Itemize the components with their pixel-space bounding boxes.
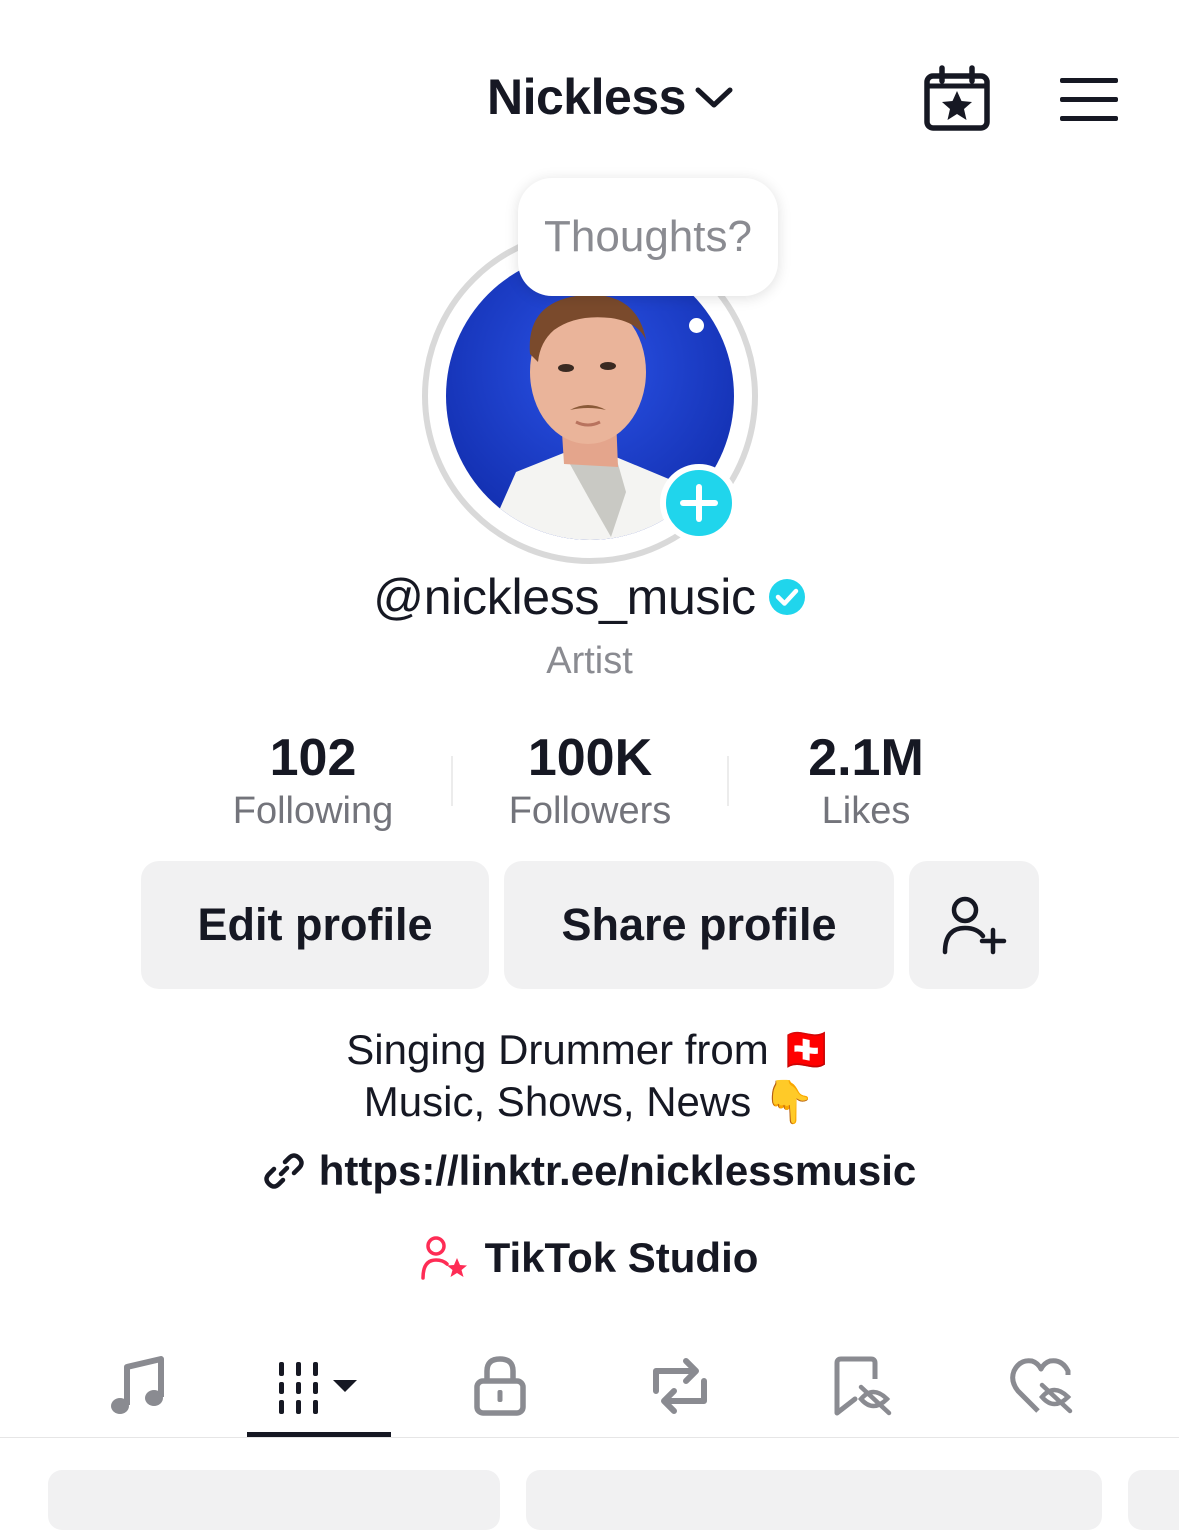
- tab-private[interactable]: [452, 1340, 547, 1432]
- tab-music[interactable]: [90, 1340, 185, 1432]
- following-count: 102: [269, 729, 357, 787]
- lock-icon: [473, 1356, 526, 1416]
- account-switcher[interactable]: Nickless: [487, 62, 734, 132]
- header: Nickless: [0, 62, 1179, 132]
- calendar-icon[interactable]: [920, 64, 994, 136]
- tab-liked[interactable]: [995, 1340, 1090, 1432]
- link-icon: [263, 1153, 304, 1189]
- bio-line-2: Music, Shows, News 👇: [363, 1078, 816, 1125]
- likes-count: 2.1M: [808, 729, 924, 787]
- edit-profile-button[interactable]: Edit profile: [141, 861, 489, 989]
- video-card[interactable]: [526, 1470, 1102, 1530]
- share-profile-button[interactable]: Share profile: [504, 861, 894, 989]
- add-person-icon: [942, 896, 1007, 955]
- music-note-icon: [110, 1356, 164, 1414]
- stat-followers[interactable]: 100K Followers: [440, 728, 740, 833]
- verified-badge-icon: [768, 579, 805, 615]
- hamburger-menu-icon[interactable]: [1056, 74, 1122, 126]
- grid-dropdown-icon: [279, 1362, 357, 1414]
- video-card[interactable]: [48, 1470, 500, 1530]
- followers-count: 100K: [527, 729, 653, 787]
- username-row: @nickless_music: [0, 566, 1179, 628]
- account-name: Nickless: [487, 69, 686, 125]
- stat-likes[interactable]: 2.1M Likes: [716, 728, 1016, 833]
- tiktok-studio-link[interactable]: TikTok Studio: [0, 1228, 1179, 1288]
- plus-icon: [680, 484, 718, 522]
- following-label: Following: [232, 790, 394, 832]
- video-card[interactable]: [1128, 1470, 1179, 1530]
- username: @nickless_music: [373, 569, 756, 625]
- repost-icon: [652, 1358, 707, 1414]
- stat-following[interactable]: 102 Following: [163, 728, 463, 833]
- heart-hidden-icon: [1009, 1358, 1072, 1414]
- thought-bubble[interactable]: Thoughts?: [518, 178, 778, 296]
- bio-line-1: Singing Drummer from 🇨🇭: [346, 1026, 833, 1073]
- likes-label: Likes: [821, 790, 911, 832]
- bookmark-hidden-icon: [834, 1356, 891, 1416]
- add-story-button[interactable]: [660, 464, 738, 542]
- followers-label: Followers: [508, 790, 672, 832]
- tab-reposts[interactable]: [632, 1340, 727, 1432]
- bio-link[interactable]: https://linktr.ee/nicklessmusic: [0, 1142, 1179, 1200]
- tab-videos[interactable]: [247, 1340, 391, 1432]
- studio-person-star-icon: [420, 1236, 467, 1280]
- tab-saved[interactable]: [815, 1340, 910, 1432]
- tiktok-studio-label: TikTok Studio: [484, 1234, 759, 1281]
- profile-category: Artist: [546, 640, 633, 682]
- thought-bubble-dot: [689, 318, 704, 333]
- chevron-down-icon: [695, 87, 733, 108]
- thought-prompt: Thoughts?: [544, 212, 752, 261]
- add-friends-button[interactable]: [909, 861, 1039, 989]
- tabs-divider: [0, 1437, 1179, 1438]
- bio-link-text: https://linktr.ee/nicklessmusic: [318, 1147, 917, 1194]
